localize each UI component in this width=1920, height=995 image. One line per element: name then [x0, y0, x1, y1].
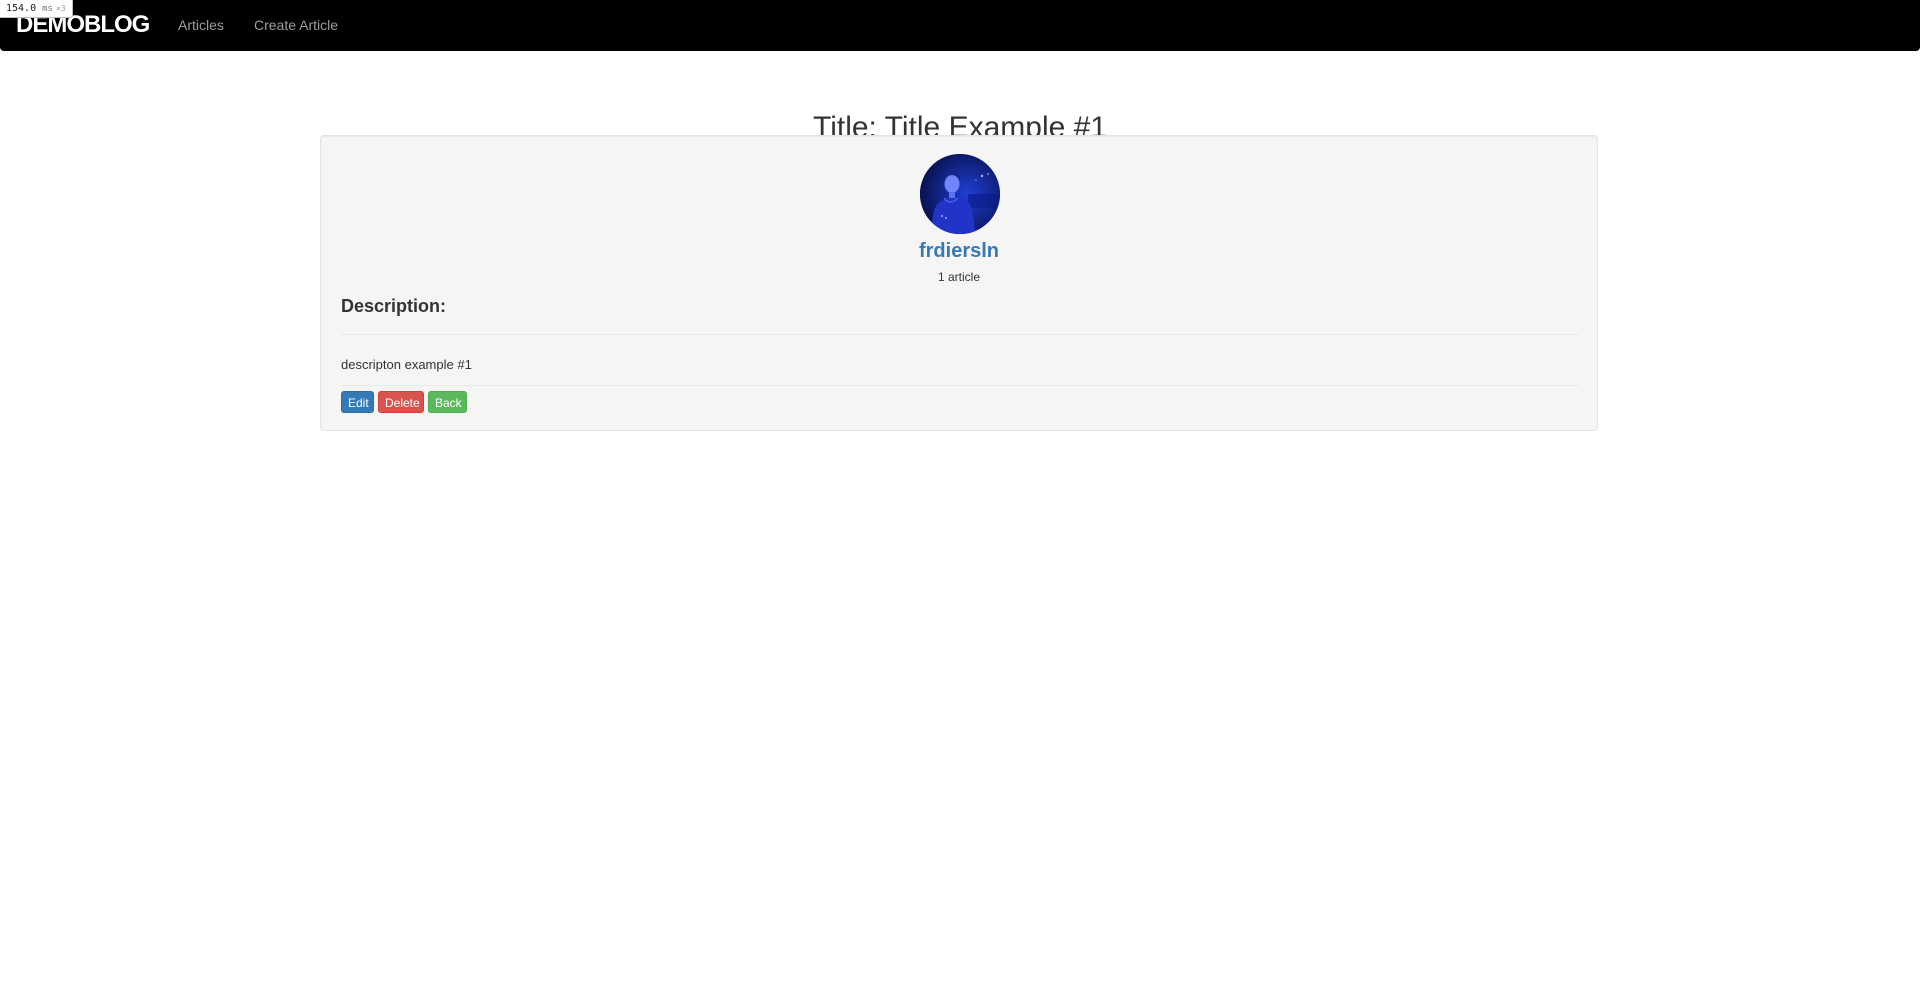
nav-link-articles[interactable]: Articles — [178, 16, 224, 34]
perf-value: 154.0 — [6, 3, 37, 14]
perf-unit: ms — [42, 4, 53, 14]
performance-badge: 154.0 ms ×3 — [0, 0, 73, 18]
top-navbar: DEMOBLOG Articles Create Article — [0, 0, 1920, 51]
back-button[interactable]: Back — [428, 391, 467, 413]
divider — [341, 385, 1579, 386]
author-article-count: 1 article — [937, 270, 981, 284]
perf-multiplier: ×3 — [55, 4, 66, 13]
author-name-link[interactable]: frdiersln — [321, 238, 1597, 264]
avatar-photo — [920, 154, 1000, 234]
author-avatar[interactable] — [920, 154, 1000, 234]
article-card: frdiersln 1 article Description: descrip… — [320, 135, 1598, 431]
description-text: descripton example #1 — [341, 357, 472, 372]
description-heading: Description: — [341, 296, 447, 316]
divider — [341, 334, 1579, 335]
nav-link-create-article[interactable]: Create Article — [254, 16, 338, 34]
delete-button[interactable]: Delete — [378, 391, 424, 413]
edit-button[interactable]: Edit — [341, 391, 374, 413]
